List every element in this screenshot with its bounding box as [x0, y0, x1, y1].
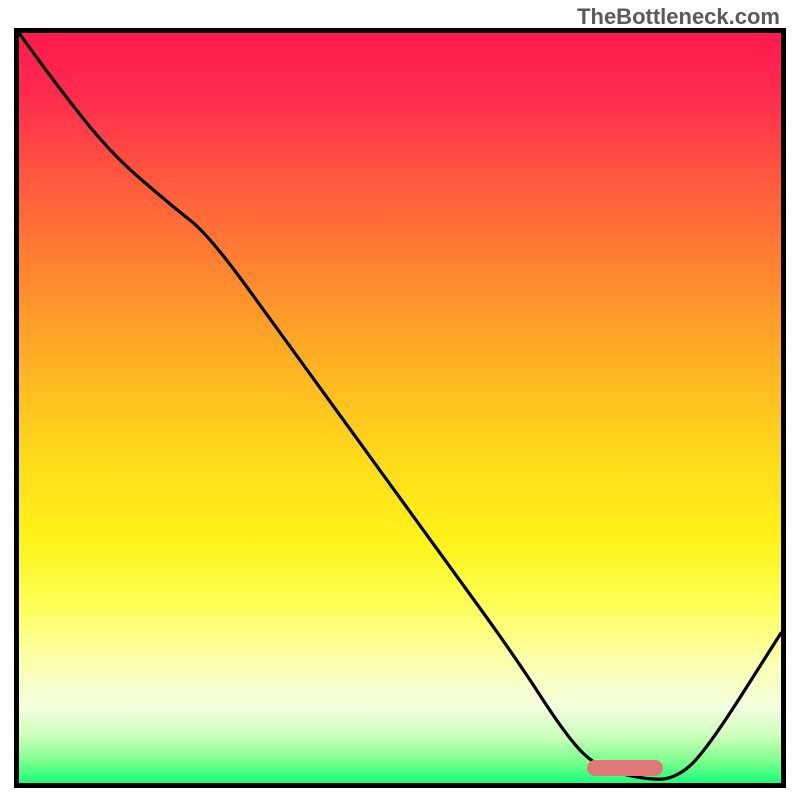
optimal-range-marker — [587, 760, 663, 776]
bottleneck-curve — [19, 33, 781, 783]
watermark-text: TheBottleneck.com — [577, 4, 780, 30]
chart-area — [14, 28, 786, 788]
